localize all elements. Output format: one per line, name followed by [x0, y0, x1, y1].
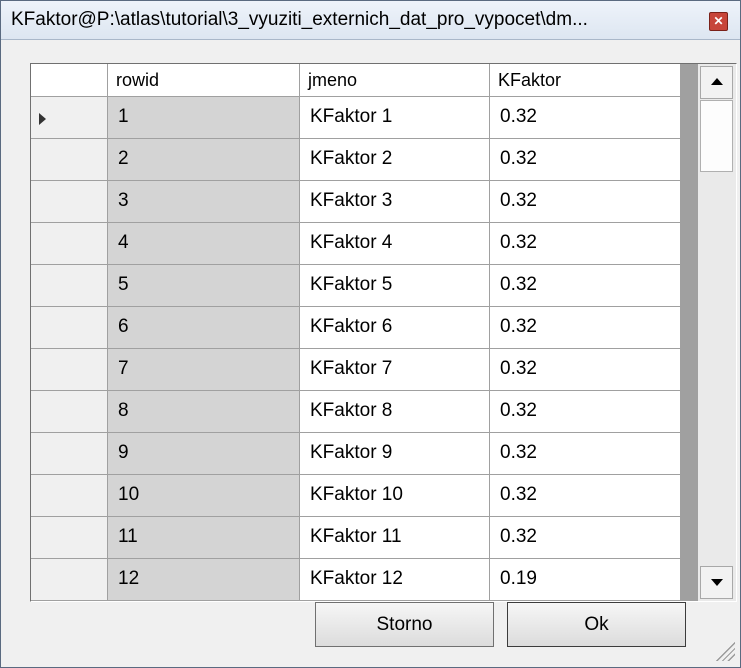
title-bar[interactable]: KFaktor@P:\atlas\tutorial\3_vyuziti_exte…	[1, 1, 740, 40]
row-selector[interactable]	[31, 223, 108, 265]
cell-jmeno[interactable]: KFaktor 3	[300, 181, 490, 223]
cell-jmeno[interactable]: KFaktor 10	[300, 475, 490, 517]
table-row[interactable]: 4 KFaktor 4 0.32	[31, 223, 681, 265]
cell-kfaktor[interactable]: 0.32	[490, 391, 681, 433]
cell-kfaktor[interactable]: 0.32	[490, 265, 681, 307]
table-row[interactable]: 9 KFaktor 9 0.32	[31, 433, 681, 475]
row-selector[interactable]	[31, 391, 108, 433]
table-row[interactable]: 7 KFaktor 7 0.32	[31, 349, 681, 391]
cell-rowid[interactable]: 3	[108, 181, 300, 223]
table-row[interactable]: 3 KFaktor 3 0.32	[31, 181, 681, 223]
row-selector[interactable]	[31, 559, 108, 601]
data-grid: rowid jmeno KFaktor 1 KFaktor 1 0.32 2 KFakt…	[30, 63, 737, 602]
cell-kfaktor[interactable]: 0.32	[490, 307, 681, 349]
cell-kfaktor[interactable]: 0.32	[490, 139, 681, 181]
resize-grip-icon[interactable]	[711, 637, 735, 661]
arrow-down-icon	[711, 579, 723, 586]
cell-rowid[interactable]: 8	[108, 391, 300, 433]
cell-kfaktor[interactable]: 0.32	[490, 223, 681, 265]
dialog-window: KFaktor@P:\atlas\tutorial\3_vyuziti_exte…	[0, 0, 741, 668]
cell-rowid[interactable]: 5	[108, 265, 300, 307]
cell-jmeno[interactable]: KFaktor 4	[300, 223, 490, 265]
cell-kfaktor[interactable]: 0.32	[490, 349, 681, 391]
row-selector[interactable]	[31, 475, 108, 517]
cell-rowid[interactable]: 10	[108, 475, 300, 517]
cell-jmeno[interactable]: KFaktor 7	[300, 349, 490, 391]
cell-jmeno[interactable]: KFaktor 9	[300, 433, 490, 475]
cell-jmeno[interactable]: KFaktor 8	[300, 391, 490, 433]
column-header-jmeno[interactable]: jmeno	[300, 64, 490, 96]
cell-kfaktor[interactable]: 0.32	[490, 97, 681, 139]
grid-empty-area	[681, 64, 698, 601]
row-selector[interactable]	[31, 139, 108, 181]
scroll-thumb[interactable]	[700, 100, 733, 172]
table-row[interactable]: 10 KFaktor 10 0.32	[31, 475, 681, 517]
table-row[interactable]: 8 KFaktor 8 0.32	[31, 391, 681, 433]
cell-kfaktor[interactable]: 0.32	[490, 475, 681, 517]
column-header-kfaktor[interactable]: KFaktor	[490, 64, 681, 96]
row-selector[interactable]	[31, 517, 108, 559]
scroll-up-button[interactable]	[700, 66, 733, 99]
scroll-down-button[interactable]	[700, 566, 733, 599]
cell-kfaktor[interactable]: 0.19	[490, 559, 681, 601]
cell-rowid[interactable]: 7	[108, 349, 300, 391]
cell-jmeno[interactable]: KFaktor 6	[300, 307, 490, 349]
vertical-scrollbar[interactable]	[698, 64, 736, 601]
cell-jmeno[interactable]: KFaktor 12	[300, 559, 490, 601]
cell-jmeno[interactable]: KFaktor 11	[300, 517, 490, 559]
table-row[interactable]: 12 KFaktor 12 0.19	[31, 559, 681, 601]
cell-kfaktor[interactable]: 0.32	[490, 433, 681, 475]
row-selector[interactable]	[31, 97, 108, 139]
cell-rowid[interactable]: 2	[108, 139, 300, 181]
cell-jmeno[interactable]: KFaktor 5	[300, 265, 490, 307]
table-row[interactable]: 6 KFaktor 6 0.32	[31, 307, 681, 349]
cell-rowid[interactable]: 1	[108, 97, 300, 139]
row-selector[interactable]	[31, 433, 108, 475]
grid-header: rowid jmeno KFaktor	[31, 64, 681, 97]
table-row[interactable]: 11 KFaktor 11 0.32	[31, 517, 681, 559]
close-icon[interactable]: ✕	[709, 12, 728, 31]
storno-button[interactable]: Storno	[315, 602, 494, 647]
row-header-corner[interactable]	[31, 64, 108, 96]
grid-body: rowid jmeno KFaktor 1 KFaktor 1 0.32 2 KFakt…	[31, 64, 681, 601]
window-title: KFaktor@P:\atlas\tutorial\3_vyuziti_exte…	[11, 9, 588, 30]
table-row[interactable]: 1 KFaktor 1 0.32	[31, 97, 681, 139]
column-header-rowid[interactable]: rowid	[108, 64, 300, 96]
row-selector[interactable]	[31, 265, 108, 307]
table-row[interactable]: 2 KFaktor 2 0.32	[31, 139, 681, 181]
cell-rowid[interactable]: 12	[108, 559, 300, 601]
cell-kfaktor[interactable]: 0.32	[490, 181, 681, 223]
row-selector[interactable]	[31, 181, 108, 223]
cell-kfaktor[interactable]: 0.32	[490, 517, 681, 559]
cell-rowid[interactable]: 9	[108, 433, 300, 475]
cell-jmeno[interactable]: KFaktor 1	[300, 97, 490, 139]
cell-rowid[interactable]: 4	[108, 223, 300, 265]
row-pointer-icon	[39, 113, 46, 125]
cell-rowid[interactable]: 6	[108, 307, 300, 349]
row-selector[interactable]	[31, 349, 108, 391]
table-row[interactable]: 5 KFaktor 5 0.32	[31, 265, 681, 307]
row-selector[interactable]	[31, 307, 108, 349]
cell-jmeno[interactable]: KFaktor 2	[300, 139, 490, 181]
arrow-up-icon	[711, 78, 723, 85]
ok-button[interactable]: Ok	[507, 602, 686, 647]
cell-rowid[interactable]: 11	[108, 517, 300, 559]
